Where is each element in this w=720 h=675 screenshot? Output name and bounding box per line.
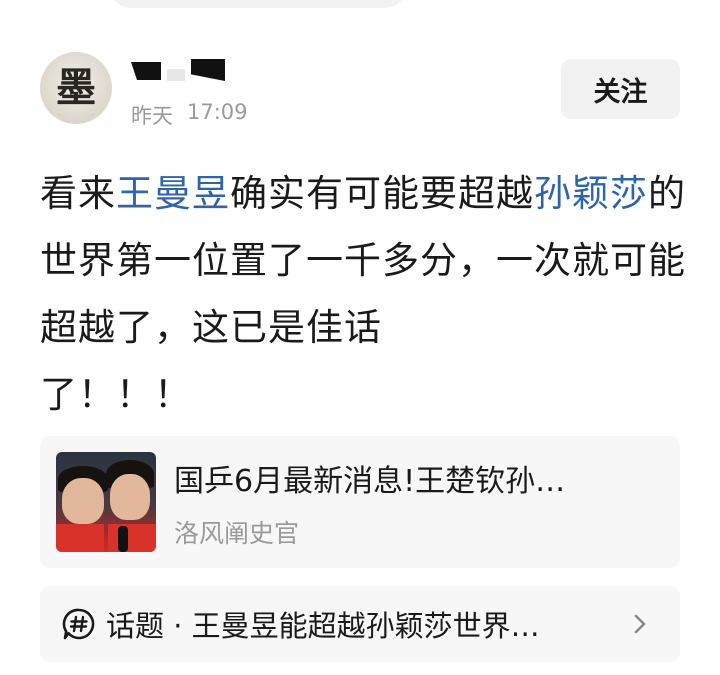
post-meta: 昨天 17:09 (131, 100, 248, 130)
post-text: 看来王曼昱确实有可能要超越孙颖莎的世界第一位置了一千多分，一次就可能超越了，这已… (40, 160, 690, 428)
post-time: 17:09 (187, 100, 248, 124)
topic-label: 话题 · 王曼昱能超越孙颖莎世界… (106, 609, 540, 643)
chevron-right-icon (624, 608, 656, 640)
article-source: 洛风阐史官 (174, 519, 300, 548)
top-search-pill[interactable] (108, 0, 408, 8)
username-redacted[interactable] (131, 59, 225, 81)
post-text-segment: 确实有可能要超越 (230, 172, 534, 215)
person-tag-link[interactable]: 王曼昱 (116, 172, 230, 215)
article-title: 国乒6月最新消息!王楚钦孙… (174, 464, 566, 499)
avatar[interactable]: 墨 (40, 52, 112, 124)
topic-bar[interactable]: 话题 · 王曼昱能超越孙颖莎世界… (40, 586, 680, 662)
follow-button[interactable]: 关注 (561, 59, 680, 119)
article-link-card[interactable]: 国乒6月最新消息!王楚钦孙… 洛风阐史官 (40, 436, 680, 568)
person-tag-link[interactable]: 孙颖莎 (534, 172, 648, 215)
article-thumbnail (56, 452, 156, 552)
post-date: 昨天 (131, 104, 173, 128)
post-text-segment: 看来 (40, 172, 116, 215)
avatar-calligraphy-char: 墨 (56, 64, 96, 111)
hashtag-bubble-icon (62, 607, 96, 641)
